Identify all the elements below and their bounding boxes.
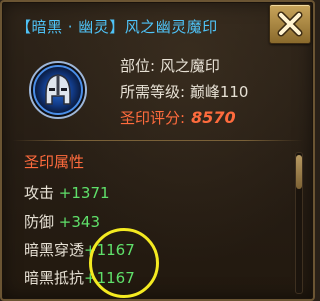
score-row: 圣印评分: 8570 — [120, 107, 236, 128]
slot-row: 部位: 风之魔印 — [120, 55, 220, 76]
item-title: 【暗黑 · 幽灵】风之幽灵魔印 — [16, 18, 218, 36]
attribute-row: 攻击 +1371 — [24, 182, 110, 203]
close-button[interactable] — [269, 4, 311, 44]
attribute-name: 攻击 — [24, 184, 55, 202]
section-divider — [12, 140, 303, 141]
attribute-row: 防御 +343 — [24, 211, 100, 232]
level-label: 所需等级: — [120, 83, 186, 101]
attribute-value: +1371 — [58, 184, 110, 202]
item-icon-frame[interactable] — [28, 60, 88, 120]
level-value: 巅峰110 — [189, 83, 249, 101]
attribute-name: 防御 — [24, 213, 55, 231]
slot-label: 部位: — [120, 57, 156, 75]
attributes-title: 圣印属性 — [24, 153, 85, 171]
score-value: 8570 — [191, 108, 236, 127]
highlight-circle — [89, 228, 159, 298]
score-label: 圣印评分: — [120, 109, 186, 127]
attributes-scrollbar[interactable] — [295, 152, 303, 294]
attribute-value: +343 — [58, 213, 100, 231]
scroll-thumb[interactable] — [296, 155, 302, 189]
close-icon — [277, 11, 303, 37]
level-row: 所需等级: 巅峰110 — [120, 81, 248, 102]
item-tooltip-panel: 【暗黑 · 幽灵】风之幽灵魔印 部位: 风之魔印 所需等级: 巅峰110 圣印评… — [0, 0, 315, 301]
attribute-name: 暗黑抵抗 — [24, 269, 85, 287]
helmet-rune-icon — [29, 61, 87, 119]
attribute-name: 暗黑穿透 — [24, 241, 85, 259]
slot-value: 风之魔印 — [159, 57, 220, 75]
